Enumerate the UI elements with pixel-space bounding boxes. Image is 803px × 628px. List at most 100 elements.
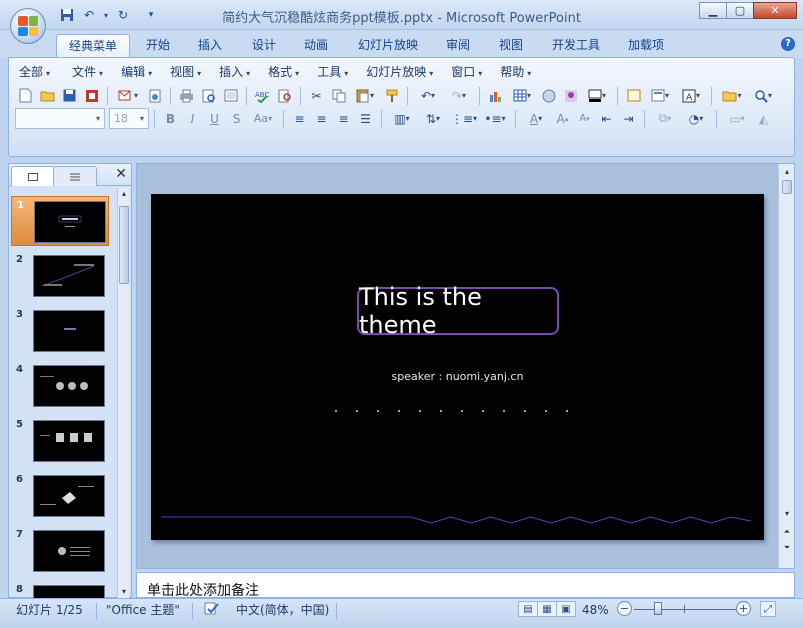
- normal-view-icon[interactable]: ▤: [518, 601, 538, 617]
- shapes-icon[interactable]: ◔ ▾: [681, 108, 711, 129]
- minimize-button[interactable]: ▁: [699, 2, 727, 19]
- slide-thumbnail[interactable]: 4: [11, 361, 109, 411]
- text-box-icon[interactable]: A ▾: [676, 85, 706, 106]
- zoom-icon[interactable]: ▾: [748, 85, 778, 106]
- insert-clipart-icon[interactable]: [538, 85, 559, 106]
- tab-review[interactable]: 审阅: [434, 34, 482, 58]
- cut-icon[interactable]: ✂: [306, 85, 327, 106]
- tab-insert[interactable]: 插入: [186, 34, 234, 58]
- justify-icon[interactable]: ☰: [355, 108, 376, 129]
- menu-tools[interactable]: 工具 ▾: [313, 63, 358, 83]
- menu-file[interactable]: 文件 ▾: [68, 63, 113, 83]
- slide-thumbnail[interactable]: 8: [11, 581, 109, 598]
- research-icon[interactable]: [274, 85, 295, 106]
- outline-tab[interactable]: [53, 166, 97, 186]
- tab-animation[interactable]: 动画: [292, 34, 340, 58]
- slide-layout-icon[interactable]: ▾: [645, 85, 675, 106]
- slide-thumbnail[interactable]: 1: [11, 196, 109, 246]
- font-size-combo[interactable]: 18 ▾: [109, 108, 149, 129]
- fill-color-icon[interactable]: ▾: [582, 85, 612, 106]
- scrollbar-thumb[interactable]: [119, 206, 129, 284]
- font-name-combo[interactable]: ▾: [15, 108, 105, 129]
- menu-window[interactable]: 窗口 ▾: [447, 63, 492, 83]
- previous-slide-icon[interactable]: ⏶: [781, 526, 793, 538]
- spell-check-icon[interactable]: [204, 602, 220, 620]
- tab-classic-menu[interactable]: 经典菜单: [56, 34, 131, 58]
- slide-thumbnail[interactable]: 6: [11, 471, 109, 521]
- thumbnail-scrollbar[interactable]: ▴ ▾: [117, 188, 129, 598]
- slides-tab[interactable]: [11, 166, 55, 186]
- print-preview-icon[interactable]: [198, 85, 219, 106]
- office-button[interactable]: [10, 8, 46, 44]
- menu-format[interactable]: 格式 ▾: [264, 63, 309, 83]
- spelling-icon[interactable]: ABC: [252, 85, 273, 106]
- zoom-slider-track[interactable]: [634, 609, 736, 610]
- numbering-icon[interactable]: ⋮≡ ▾: [449, 108, 479, 129]
- align-center-icon[interactable]: ≡: [311, 108, 332, 129]
- help-icon[interactable]: ?: [781, 37, 795, 51]
- next-slide-icon[interactable]: ⏷: [781, 542, 793, 554]
- undo-icon[interactable]: ↶ ▾: [413, 85, 443, 106]
- save-icon[interactable]: [59, 85, 80, 106]
- page-setup-icon[interactable]: [220, 85, 241, 106]
- menu-insert[interactable]: 插入 ▾: [215, 63, 260, 83]
- change-case-icon[interactable]: Aa ▾: [248, 108, 278, 129]
- folder-icon[interactable]: ▾: [717, 85, 747, 106]
- slide-thumbnail[interactable]: 7: [11, 526, 109, 576]
- scroll-up-icon[interactable]: ▴: [781, 166, 793, 178]
- zoom-out-icon[interactable]: −: [617, 601, 632, 616]
- paste-icon[interactable]: ▾: [350, 85, 380, 106]
- scroll-down-icon[interactable]: ▾: [118, 586, 130, 598]
- columns-icon[interactable]: ▥ ▾: [387, 108, 417, 129]
- bold-icon[interactable]: B: [160, 108, 181, 129]
- redo-icon[interactable]: ↷ ▾: [444, 85, 474, 106]
- shadow-icon[interactable]: S: [226, 108, 247, 129]
- grow-font-icon[interactable]: A ▴: [552, 108, 573, 129]
- slide-thumbnail[interactable]: 5: [11, 416, 109, 466]
- zoom-slider-thumb[interactable]: [654, 602, 662, 615]
- align-right-icon[interactable]: ≡: [333, 108, 354, 129]
- bullets-icon[interactable]: •≡ ▾: [480, 108, 510, 129]
- fit-to-window-icon[interactable]: ⤢: [760, 601, 776, 617]
- menu-edit[interactable]: 编辑 ▾: [117, 63, 162, 83]
- open-folder-icon[interactable]: [37, 85, 58, 106]
- tab-design[interactable]: 设计: [240, 34, 288, 58]
- close-button[interactable]: ✕: [753, 2, 797, 19]
- language-indicator[interactable]: 中文(简体，中国): [236, 602, 329, 618]
- decrease-indent-icon[interactable]: ⇤: [596, 108, 617, 129]
- tab-addins[interactable]: 加载项: [616, 34, 676, 58]
- menu-slideshow[interactable]: 幻灯片放映 ▾: [362, 63, 443, 83]
- new-document-icon[interactable]: [15, 85, 36, 106]
- arrange-icon[interactable]: ⧉ ▾: [650, 108, 680, 129]
- slide-scrollbar[interactable]: ▴ ▾ ⏶ ⏷: [778, 164, 794, 568]
- zoom-in-icon[interactable]: +: [736, 601, 751, 616]
- notes-pane[interactable]: 单击此处添加备注: [136, 572, 795, 599]
- insert-picture-icon[interactable]: [560, 85, 581, 106]
- title-placeholder[interactable]: This is the theme: [357, 283, 559, 339]
- scroll-up-icon[interactable]: ▴: [118, 188, 130, 200]
- menu-help[interactable]: 帮助 ▾: [496, 63, 541, 83]
- current-slide[interactable]: This is the theme speaker : nuomi.yanj.c…: [151, 194, 764, 540]
- maximize-button[interactable]: ▢: [726, 2, 754, 19]
- tab-home[interactable]: 开始: [134, 34, 182, 58]
- shrink-font-icon[interactable]: A ▾: [574, 108, 595, 129]
- insert-table-icon[interactable]: ▾: [507, 85, 537, 106]
- menu-all[interactable]: 全部 ▾: [15, 63, 60, 83]
- export-icon[interactable]: [144, 85, 165, 106]
- increase-indent-icon[interactable]: ⇥: [618, 108, 639, 129]
- slide-thumbnail[interactable]: 3: [11, 306, 109, 356]
- font-color-icon[interactable]: A ▾: [521, 108, 551, 129]
- tab-slideshow[interactable]: 幻灯片放映: [346, 34, 430, 58]
- slideshow-view-icon[interactable]: ▣: [556, 601, 576, 617]
- permission-icon[interactable]: [81, 85, 102, 106]
- menu-view[interactable]: 视图 ▾: [166, 63, 211, 83]
- shape-fill-icon[interactable]: ◭: [753, 108, 774, 129]
- slide-sorter-icon[interactable]: ▦: [537, 601, 557, 617]
- tab-developer[interactable]: 开发工具: [540, 34, 612, 58]
- italic-icon[interactable]: I: [182, 108, 203, 129]
- zoom-level[interactable]: 48%: [582, 602, 609, 618]
- text-direction-icon[interactable]: ⇅ ▾: [418, 108, 448, 129]
- align-left-icon[interactable]: ≡: [289, 108, 310, 129]
- format-painter-icon[interactable]: [381, 85, 402, 106]
- insert-chart-icon[interactable]: [485, 85, 506, 106]
